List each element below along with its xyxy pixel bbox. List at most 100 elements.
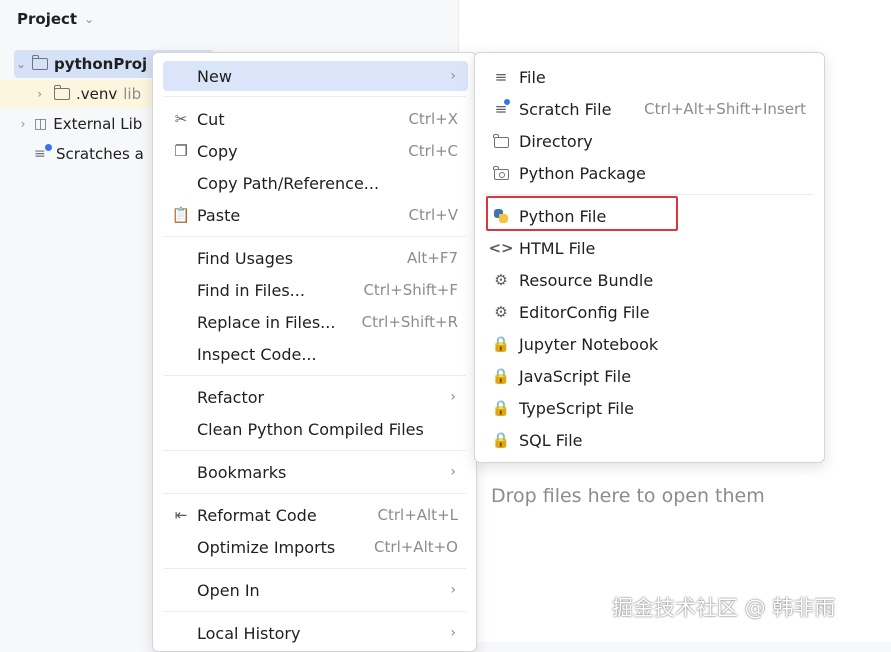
menu-item-find-usages[interactable]: Find Usages Alt+F7 — [163, 243, 468, 273]
tree-item-label: pythonProj — [54, 55, 148, 73]
folder-icon — [493, 132, 509, 150]
menu-item-local-history[interactable]: Local History › — [163, 618, 468, 648]
menu-item-label: Optimize Imports — [197, 537, 336, 557]
menu-item-shortcut: Ctrl+V — [408, 206, 458, 224]
menu-item-label: Replace in Files... — [197, 312, 336, 332]
menu-separator — [163, 96, 466, 97]
menu-separator — [163, 611, 466, 612]
file-icon: ≡ — [494, 68, 508, 86]
menu-item-clean-python-compiled[interactable]: Clean Python Compiled Files — [163, 414, 468, 444]
tree-item-label: External Lib — [53, 115, 143, 133]
watermark: 掘金技术社区 @ 韩非雨 — [612, 596, 836, 620]
submenu-item-editorconfig-file[interactable]: ⚙ EditorConfig File — [485, 297, 816, 327]
submenu-item-scratch-file[interactable]: ≡ Scratch File Ctrl+Alt+Shift+Insert — [485, 94, 816, 124]
submenu-item-resource-bundle[interactable]: ⚙ Resource Bundle — [485, 265, 816, 295]
menu-item-shortcut: Alt+F7 — [406, 249, 458, 267]
lock-icon: 🔒 — [491, 367, 511, 385]
new-submenu: ≡ File ≡ Scratch File Ctrl+Alt+Shift+Ins… — [474, 52, 825, 463]
menu-item-shortcut: Ctrl+Shift+F — [363, 281, 458, 299]
menu-item-label: HTML File — [519, 238, 596, 258]
menu-separator — [485, 194, 814, 195]
menu-item-label: Reformat Code — [197, 505, 317, 525]
menu-item-shortcut: Ctrl+Shift+R — [361, 313, 458, 331]
menu-item-label: Scratch File — [519, 99, 612, 119]
scratch-file-icon: ≡ — [493, 99, 510, 118]
menu-item-copy-path[interactable]: Copy Path/Reference... — [163, 168, 468, 198]
menu-item-label: Find Usages — [197, 248, 294, 268]
menu-item-refactor[interactable]: Refactor › — [163, 382, 468, 412]
chevron-down-icon[interactable]: ⌄ — [84, 12, 94, 26]
highlight-box — [486, 196, 678, 231]
copy-icon: ❐ — [174, 142, 188, 160]
menu-item-find-in-files[interactable]: Find in Files... Ctrl+Shift+F — [163, 275, 468, 305]
project-pane-header[interactable]: Project ⌄ — [17, 8, 94, 30]
menu-item-label: EditorConfig File — [519, 302, 650, 322]
submenu-item-sql-file[interactable]: 🔒 SQL File — [485, 425, 816, 455]
menu-separator — [163, 450, 466, 451]
menu-item-label: SQL File — [519, 430, 583, 450]
tree-item-label: .venv — [76, 85, 118, 103]
lock-icon: 🔒 — [491, 431, 511, 449]
submenu-arrow-icon: › — [450, 68, 456, 84]
gear-icon: ⚙ — [494, 303, 508, 321]
menu-item-new[interactable]: New › — [163, 61, 468, 91]
submenu-item-python-package[interactable]: Python Package — [485, 158, 816, 188]
menu-item-reformat-code[interactable]: ⇤ Reformat Code Ctrl+Alt+L — [163, 500, 468, 530]
menu-item-label: Inspect Code... — [197, 344, 317, 364]
menu-item-bookmarks[interactable]: Bookmarks › — [163, 457, 468, 487]
menu-item-cut[interactable]: ✂ Cut Ctrl+X — [163, 104, 468, 134]
collapse-arrow-icon[interactable]: › — [0, 87, 42, 101]
project-pane-title: Project — [17, 10, 78, 28]
menu-item-label: Find in Files... — [197, 280, 305, 300]
menu-item-open-in[interactable]: Open In › — [163, 575, 468, 605]
submenu-arrow-icon: › — [450, 625, 456, 641]
submenu-item-html-file[interactable]: <> HTML File — [485, 233, 816, 263]
lock-icon: 🔒 — [491, 335, 511, 353]
submenu-arrow-icon: › — [450, 464, 456, 480]
expand-arrow-icon[interactable]: ⌄ — [14, 57, 28, 71]
menu-item-label: Resource Bundle — [519, 270, 654, 290]
menu-item-shortcut: Ctrl+Alt+O — [374, 538, 458, 556]
submenu-item-typescript-file[interactable]: 🔒 TypeScript File — [485, 393, 816, 423]
collapse-arrow-icon[interactable]: › — [16, 117, 30, 131]
menu-item-shortcut: Ctrl+Alt+L — [377, 506, 459, 524]
submenu-arrow-icon: › — [450, 582, 456, 598]
menu-item-label: Refactor — [197, 387, 265, 407]
menu-item-inspect-code[interactable]: Inspect Code... — [163, 339, 468, 369]
menu-item-paste[interactable]: 📋 Paste Ctrl+V — [163, 200, 468, 230]
tree-item-hint: lib — [123, 85, 142, 103]
menu-item-label: JavaScript File — [519, 366, 632, 386]
menu-item-replace-in-files[interactable]: Replace in Files... Ctrl+Shift+R — [163, 307, 468, 337]
scratches-icon: ≡ — [34, 144, 52, 162]
menu-item-label: File — [519, 67, 546, 87]
library-icon: ◫ — [34, 116, 48, 132]
menu-item-label: Bookmarks — [197, 462, 287, 482]
clipboard-icon: 📋 — [171, 206, 191, 224]
menu-item-label: Paste — [197, 205, 241, 225]
menu-separator — [163, 236, 466, 237]
tree-item-scratches[interactable]: ≡ Scratches a — [30, 140, 144, 168]
menu-item-label: Clean Python Compiled Files — [197, 419, 424, 439]
menu-item-shortcut: Ctrl+Alt+Shift+Insert — [644, 100, 806, 118]
submenu-item-javascript-file[interactable]: 🔒 JavaScript File — [485, 361, 816, 391]
menu-item-optimize-imports[interactable]: Optimize Imports Ctrl+Alt+O — [163, 532, 468, 562]
menu-item-label: TypeScript File — [519, 398, 635, 418]
gear-icon: ⚙ — [494, 271, 508, 289]
package-folder-icon — [493, 164, 509, 182]
drop-files-hint: Drop files here to open them — [491, 485, 765, 507]
menu-item-label: Copy Path/Reference... — [197, 173, 380, 193]
menu-separator — [163, 568, 466, 569]
submenu-item-jupyter-notebook[interactable]: 🔒 Jupyter Notebook — [485, 329, 816, 359]
folder-icon — [31, 55, 48, 70]
menu-separator — [163, 375, 466, 376]
submenu-item-file[interactable]: ≡ File — [485, 62, 816, 92]
menu-separator — [163, 493, 466, 494]
menu-item-copy[interactable]: ❐ Copy Ctrl+C — [163, 136, 468, 166]
submenu-item-directory[interactable]: Directory — [485, 126, 816, 156]
lock-icon: 🔒 — [491, 399, 511, 417]
submenu-arrow-icon: › — [450, 389, 456, 405]
menu-item-label: Python Package — [519, 163, 646, 183]
reformat-icon: ⇤ — [174, 506, 188, 524]
folder-icon — [53, 85, 70, 100]
tree-item-external-libraries[interactable]: › ◫ External Lib — [16, 110, 143, 138]
